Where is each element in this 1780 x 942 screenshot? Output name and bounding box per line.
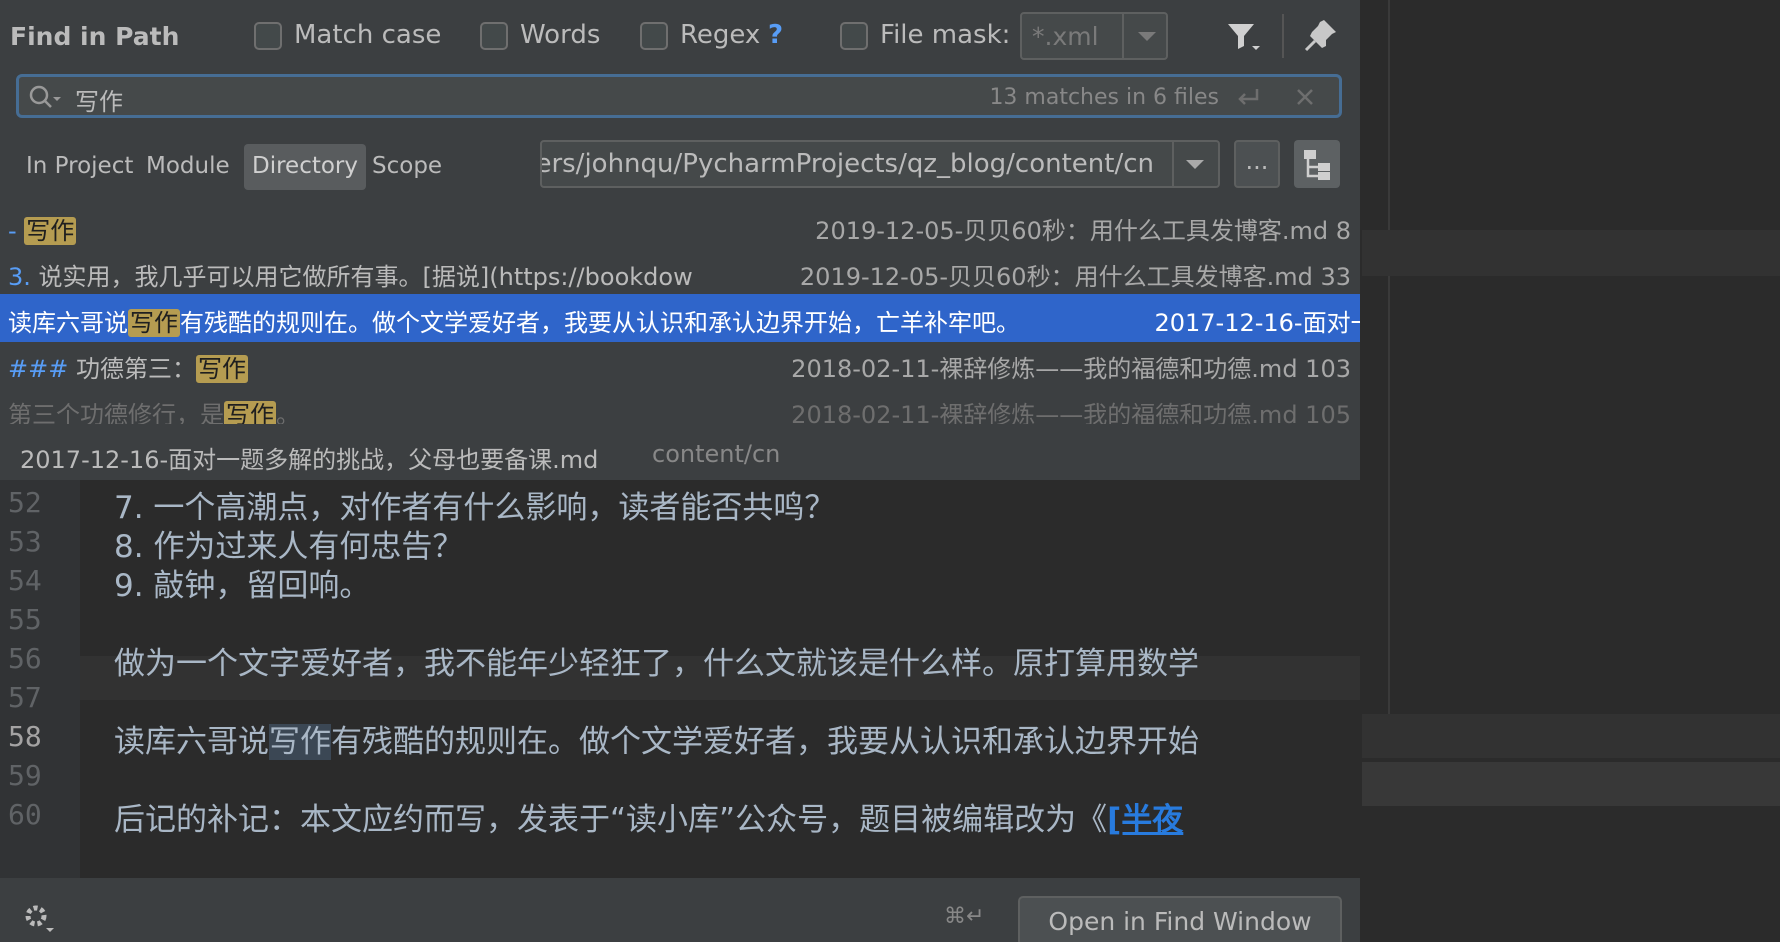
result-snippet: 第三个功德修行，是 bbox=[8, 401, 224, 424]
line-number: 58 bbox=[8, 720, 42, 753]
result-file-location: 2018-02-11-裸辞修炼——我的福德和功德.md 105 bbox=[791, 401, 1351, 424]
chevron-down-icon[interactable] bbox=[1138, 32, 1156, 41]
code-line: 做为一个文字爱好者，我不能年少轻狂了，什么文就该是什么样。原打算用数学 bbox=[114, 646, 1199, 682]
editor-stripe bbox=[1362, 230, 1780, 276]
filter-icon[interactable] bbox=[1222, 14, 1266, 58]
directory-path[interactable]: ers/johnqu/PycharmProjects/qz_blog/conte… bbox=[542, 149, 1154, 179]
preview-header: 2017-12-16-面对一题多解的挑战，父母也要备课.md content/c… bbox=[0, 428, 1360, 480]
result-snippet: 说实用，我几乎可以用它做所有事。[据说](https://bookdow bbox=[38, 263, 693, 291]
code-line: 9. 敲钟，留回响。 bbox=[114, 568, 371, 604]
search-query[interactable]: 写作 bbox=[75, 82, 123, 117]
file-mask-label[interactable]: File mask: bbox=[880, 20, 1010, 50]
regex-label[interactable]: Regex bbox=[680, 20, 760, 50]
words-label[interactable]: Words bbox=[520, 20, 600, 50]
result-snippet: 功德第三： bbox=[75, 355, 196, 383]
result-prefix: 3. bbox=[8, 263, 39, 291]
code-text: 有残酷的规则在。做个文学爱好者，我要从认识和承认边界开始 bbox=[331, 724, 1199, 760]
toolbar-separator bbox=[1282, 14, 1284, 58]
result-text: 读库六哥说写作有残酷的规则在。做个文学爱好者，我要从认识和承认边界开始，亡羊补牢… bbox=[8, 303, 1020, 338]
line-number: 55 bbox=[8, 603, 42, 636]
editor-stripe bbox=[1362, 762, 1780, 806]
browse-button[interactable]: ... bbox=[1234, 140, 1280, 188]
background-editor bbox=[1362, 0, 1780, 942]
regex-help-icon[interactable]: ? bbox=[768, 20, 783, 50]
recursive-directory-icon[interactable] bbox=[1294, 140, 1340, 188]
result-row[interactable]: 3. 说实用，我几乎可以用它做所有事。[据说](https://bookdow 2… bbox=[0, 248, 1360, 296]
result-file-location: 2019-12-05-贝贝60秒：用什么工具发博客.md 33 bbox=[799, 263, 1351, 291]
result-file-location: 2018-02-11-裸辞修炼——我的福德和功德.md 103 bbox=[791, 355, 1351, 383]
line-number: 53 bbox=[8, 525, 42, 558]
result-snippet: 有残酷的规则在。做个文学爱好者，我要从认识和承认边界开始，亡羊补牢吧。 bbox=[180, 309, 1020, 337]
code-line: 读库六哥说写作有残酷的规则在。做个文学爱好者，我要从认识和承认边界开始 bbox=[114, 716, 1199, 761]
result-text: ### 功德第三：写作 bbox=[8, 349, 248, 384]
search-field[interactable]: 写作 13 matches in 6 files bbox=[16, 74, 1342, 118]
file-mask-dropdown[interactable]: *.xml bbox=[1020, 12, 1168, 60]
preview-file-name: 2017-12-16-面对一题多解的挑战，父母也要备课.md bbox=[20, 446, 599, 474]
result-row[interactable]: 第三个功德修行，是写作。 2018-02-11-裸辞修炼——我的福德和功德.md … bbox=[0, 386, 1360, 424]
directory-combobox[interactable]: ers/johnqu/PycharmProjects/qz_blog/conte… bbox=[540, 140, 1220, 188]
code-text: 后记的补记：本文应约而写，发表于“读小库”公众号，题目被编辑改为《 bbox=[114, 802, 1108, 838]
open-in-find-window-button[interactable]: Open in Find Window bbox=[1018, 896, 1342, 942]
result-text: - 写作 bbox=[8, 211, 77, 246]
popup-footer: ⌘↵ Open in Find Window bbox=[0, 878, 1360, 942]
tab-directory[interactable]: Directory bbox=[244, 144, 367, 190]
clear-icon[interactable] bbox=[1293, 85, 1317, 109]
result-snippet: 。 bbox=[276, 401, 300, 424]
line-number: 52 bbox=[8, 486, 42, 519]
chevron-down-icon[interactable] bbox=[1186, 160, 1204, 169]
match-highlight: 写作 bbox=[24, 217, 77, 245]
result-snippet: 读库六哥说 bbox=[8, 309, 128, 337]
pin-icon[interactable] bbox=[1300, 14, 1344, 58]
find-in-path-popup: Find in Path Match case Words Regex ? Fi… bbox=[0, 0, 1360, 942]
result-file-location: 2019-12-05-贝贝60秒：用什么工具发博客.md 8 bbox=[815, 217, 1351, 245]
match-highlight: 写作 bbox=[128, 309, 180, 337]
line-number: 60 bbox=[8, 798, 42, 831]
code-text: 读库六哥说 bbox=[114, 724, 269, 760]
result-row[interactable]: ### 功德第三：写作 2018-02-11-裸辞修炼——我的福德和功德.md 1… bbox=[0, 340, 1360, 388]
editor-divider bbox=[1388, 0, 1390, 752]
result-prefix: ### bbox=[8, 355, 76, 383]
tab-scope[interactable]: Scope bbox=[364, 144, 450, 190]
match-highlight: 写作 bbox=[195, 355, 248, 383]
tab-in-project[interactable]: In Project bbox=[18, 144, 141, 190]
editor-stripe bbox=[1362, 714, 1780, 758]
popup-title: Find in Path bbox=[10, 22, 180, 51]
match-case-label[interactable]: Match case bbox=[294, 20, 441, 50]
markdown-link[interactable]: [半夜 bbox=[1107, 802, 1183, 838]
dropdown-separator bbox=[1172, 142, 1174, 186]
new-line-icon[interactable] bbox=[1233, 83, 1263, 111]
file-mask-value: *.xml bbox=[1032, 22, 1099, 51]
gear-icon[interactable] bbox=[20, 900, 56, 936]
result-text: 第三个功德修行，是写作。 bbox=[8, 395, 300, 424]
search-history-icon[interactable] bbox=[27, 83, 63, 111]
result-text: 3. 说实用，我几乎可以用它做所有事。[据说](https://bookdow bbox=[8, 257, 693, 292]
match-highlight: 写作 bbox=[224, 401, 276, 424]
result-row[interactable]: - 写作 2019-12-05-贝贝60秒：用什么工具发博客.md 8 bbox=[0, 202, 1360, 250]
popup-header: Find in Path Match case Words Regex ? Fi… bbox=[0, 0, 1360, 70]
line-number: 54 bbox=[8, 564, 42, 597]
line-number: 57 bbox=[8, 681, 42, 714]
match-case-checkbox[interactable] bbox=[254, 22, 282, 50]
line-number: 56 bbox=[8, 642, 42, 675]
words-checkbox[interactable] bbox=[480, 22, 508, 50]
code-preview[interactable]: 52 7. 一个高潮点，对作者有什么影响，读者能否共鸣？ 53 8. 作为过来人有何忠… bbox=[0, 480, 1360, 878]
tab-module[interactable]: Module bbox=[138, 144, 238, 190]
line-number: 59 bbox=[8, 759, 42, 792]
result-prefix: - bbox=[8, 217, 25, 245]
preview-file-path: content/cn bbox=[652, 440, 781, 468]
file-mask-checkbox[interactable] bbox=[840, 22, 868, 50]
code-line: 后记的补记：本文应约而写，发表于“读小库”公众号，题目被编辑改为《[半夜 bbox=[114, 794, 1183, 839]
shortcut-hint: ⌘↵ bbox=[944, 904, 985, 929]
match-highlight: 写作 bbox=[269, 724, 331, 760]
regex-checkbox[interactable] bbox=[640, 22, 668, 50]
match-count: 13 matches in 6 files bbox=[989, 85, 1219, 110]
dropdown-separator bbox=[1122, 14, 1124, 58]
